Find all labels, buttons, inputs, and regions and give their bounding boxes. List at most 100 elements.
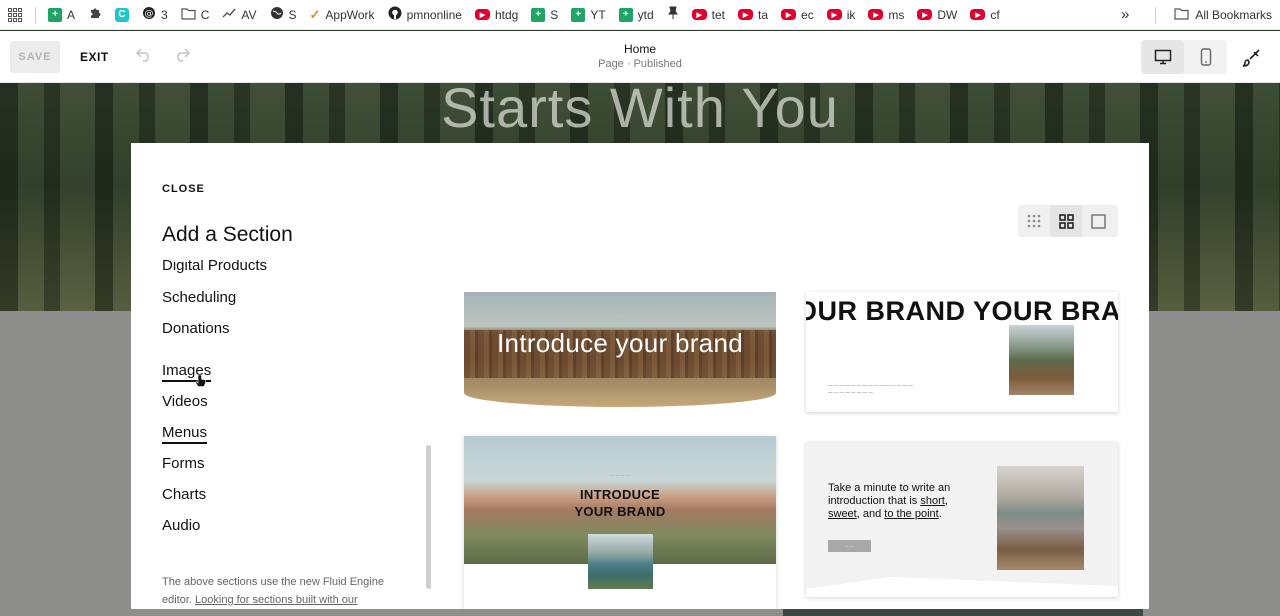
template-text: .	[938, 508, 942, 520]
template-small-text: · · · · · · · ·	[610, 473, 630, 478]
section-template-card[interactable]: Take a minute to write an introduction t…	[806, 442, 1118, 597]
bookmark-label: DW	[937, 7, 958, 22]
youtube-icon: ▶	[738, 9, 754, 20]
category-forms[interactable]: Forms	[162, 455, 205, 472]
undo-icon[interactable]	[135, 46, 153, 67]
category-videos[interactable]: Videos	[162, 393, 208, 410]
page-info[interactable]: Home Page · Published	[540, 42, 740, 70]
exit-button[interactable]: EXIT	[80, 50, 109, 64]
bookmark-item[interactable]: @3	[142, 6, 168, 23]
youtube-icon: ▶	[781, 9, 797, 20]
category-charts[interactable]: Charts	[162, 486, 206, 503]
bookmark-label: YT	[590, 7, 606, 22]
redo-icon[interactable]	[173, 46, 191, 67]
bookmark-item[interactable]: + S	[531, 7, 558, 22]
folder-icon	[1174, 7, 1189, 23]
category-digital-products[interactable]: Digital Products	[162, 260, 267, 274]
threads-icon: @	[142, 6, 156, 23]
bookmark-label: htdg	[494, 7, 519, 22]
bookmark-label: 3	[161, 7, 168, 22]
category-scrollbar[interactable]	[426, 445, 431, 589]
page-status: Page · Published	[598, 58, 682, 70]
bookmark-item[interactable]: pmnonline	[388, 6, 462, 23]
all-bookmarks-link[interactable]: All Bookmarks	[1195, 8, 1272, 22]
bookmark-item[interactable]	[88, 6, 102, 23]
check-icon: ✓	[309, 6, 321, 22]
bookmark-item[interactable]: ▶ cf	[970, 7, 1000, 22]
footnote: The above sections use the new Fluid Eng…	[162, 573, 412, 609]
bookmark-item[interactable]: ✓ AppWork	[310, 7, 375, 23]
footnote-link[interactable]: Looking for sections built with our	[195, 594, 358, 606]
section-template-card[interactable]: · · · · · · · · INTRODUCE YOUR BRAND	[464, 436, 776, 609]
bookmark-label: AV	[241, 7, 257, 22]
bookmark-label: ik	[846, 7, 856, 22]
overflow-chevron-icon[interactable]: »	[1121, 6, 1129, 23]
bookmark-item[interactable]: ▶ DW	[917, 8, 957, 22]
category-menus[interactable]: Menus	[162, 424, 208, 444]
mobile-icon[interactable]	[1184, 40, 1227, 74]
sheets-icon: +	[618, 7, 633, 22]
section-template-card[interactable]: · · · · · · · · Introduce your brand	[464, 292, 776, 407]
desktop-icon[interactable]	[1141, 40, 1184, 74]
add-section-modal: CLOSE Add a Section Digital Products Sch…	[131, 143, 1149, 609]
bookmark-item[interactable]: + A	[48, 7, 76, 22]
bookmark-item[interactable]: ▶ ik	[826, 7, 856, 22]
view-toggle	[1018, 205, 1118, 237]
bookmark-label: S	[288, 7, 297, 22]
template-heading: Take a minute to write an introduction t…	[828, 482, 968, 521]
youtube-icon: ▶	[691, 9, 707, 20]
category-donations[interactable]: Donations	[162, 320, 230, 337]
close-button[interactable]: CLOSE	[162, 183, 205, 195]
bookmark-item[interactable]: ▶ ta	[738, 8, 768, 22]
category-scheduling[interactable]: Scheduling	[162, 289, 236, 306]
pin-icon	[667, 6, 679, 23]
paintbrush-icon[interactable]	[1242, 48, 1262, 73]
modal-title: Add a Section	[162, 223, 293, 246]
bookmark-item[interactable]: C	[115, 7, 130, 22]
template-text: to the point	[884, 508, 939, 520]
small-grid-icon[interactable]	[1018, 205, 1050, 237]
template-text: , and	[856, 508, 885, 520]
pointer-cursor-icon	[195, 374, 207, 391]
bookmark-item[interactable]: AV	[222, 7, 257, 22]
template-text: short	[920, 495, 945, 507]
bookmark-label: ytd	[637, 7, 654, 22]
bookmark-item[interactable]: ▶ ms	[868, 8, 904, 22]
bookmark-item[interactable]: + ytd	[618, 7, 654, 22]
section-template-card[interactable]: OUR BRAND YOUR BRAN — — — — — — — — — — …	[806, 292, 1118, 412]
youtube-icon: ▶	[474, 9, 490, 20]
divider	[1155, 6, 1157, 23]
template-heading: Introduce your brand	[497, 328, 743, 358]
sheets-icon: +	[571, 7, 586, 22]
category-audio[interactable]: Audio	[162, 517, 200, 534]
globe-icon	[270, 6, 284, 23]
bookmark-item[interactable]: ▶ tet	[691, 7, 726, 22]
bookmark-label: cf	[990, 7, 1000, 22]
bookmarks-bar: + A C @3 C AV S ✓ AppWork pmnonline ▶ htdg …	[0, 0, 1280, 30]
device-toggle	[1141, 40, 1227, 74]
bookmark-label: tet	[711, 7, 726, 22]
puzzle-icon	[88, 6, 102, 23]
template-text: sweet	[828, 508, 857, 520]
single-view-icon[interactable]	[1082, 205, 1114, 237]
bookmark-item[interactable]: C	[181, 7, 209, 23]
bookmark-item[interactable]: ▶ htdg	[474, 7, 519, 22]
bookmark-item[interactable]	[667, 6, 679, 23]
bookmark-label: A	[67, 7, 76, 22]
youtube-icon: ▶	[826, 9, 842, 20]
hero-title: Starts With You	[441, 83, 839, 139]
bookmark-item[interactable]: S	[270, 6, 297, 23]
sheets-icon: +	[48, 7, 62, 22]
youtube-icon: ▶	[970, 9, 986, 20]
sheets-icon: +	[531, 7, 546, 22]
youtube-icon: ▶	[917, 9, 933, 20]
bookmark-label: ec	[801, 7, 814, 22]
template-fold	[806, 577, 1118, 597]
bookmark-item[interactable]: + YT	[571, 7, 606, 22]
apps-icon[interactable]	[8, 7, 22, 22]
page-backdrop-dark	[783, 608, 1143, 616]
save-button[interactable]: SAVE	[10, 40, 60, 73]
template-image	[997, 466, 1084, 570]
medium-grid-icon[interactable]	[1050, 205, 1082, 237]
bookmark-item[interactable]: ▶ ec	[781, 8, 814, 22]
